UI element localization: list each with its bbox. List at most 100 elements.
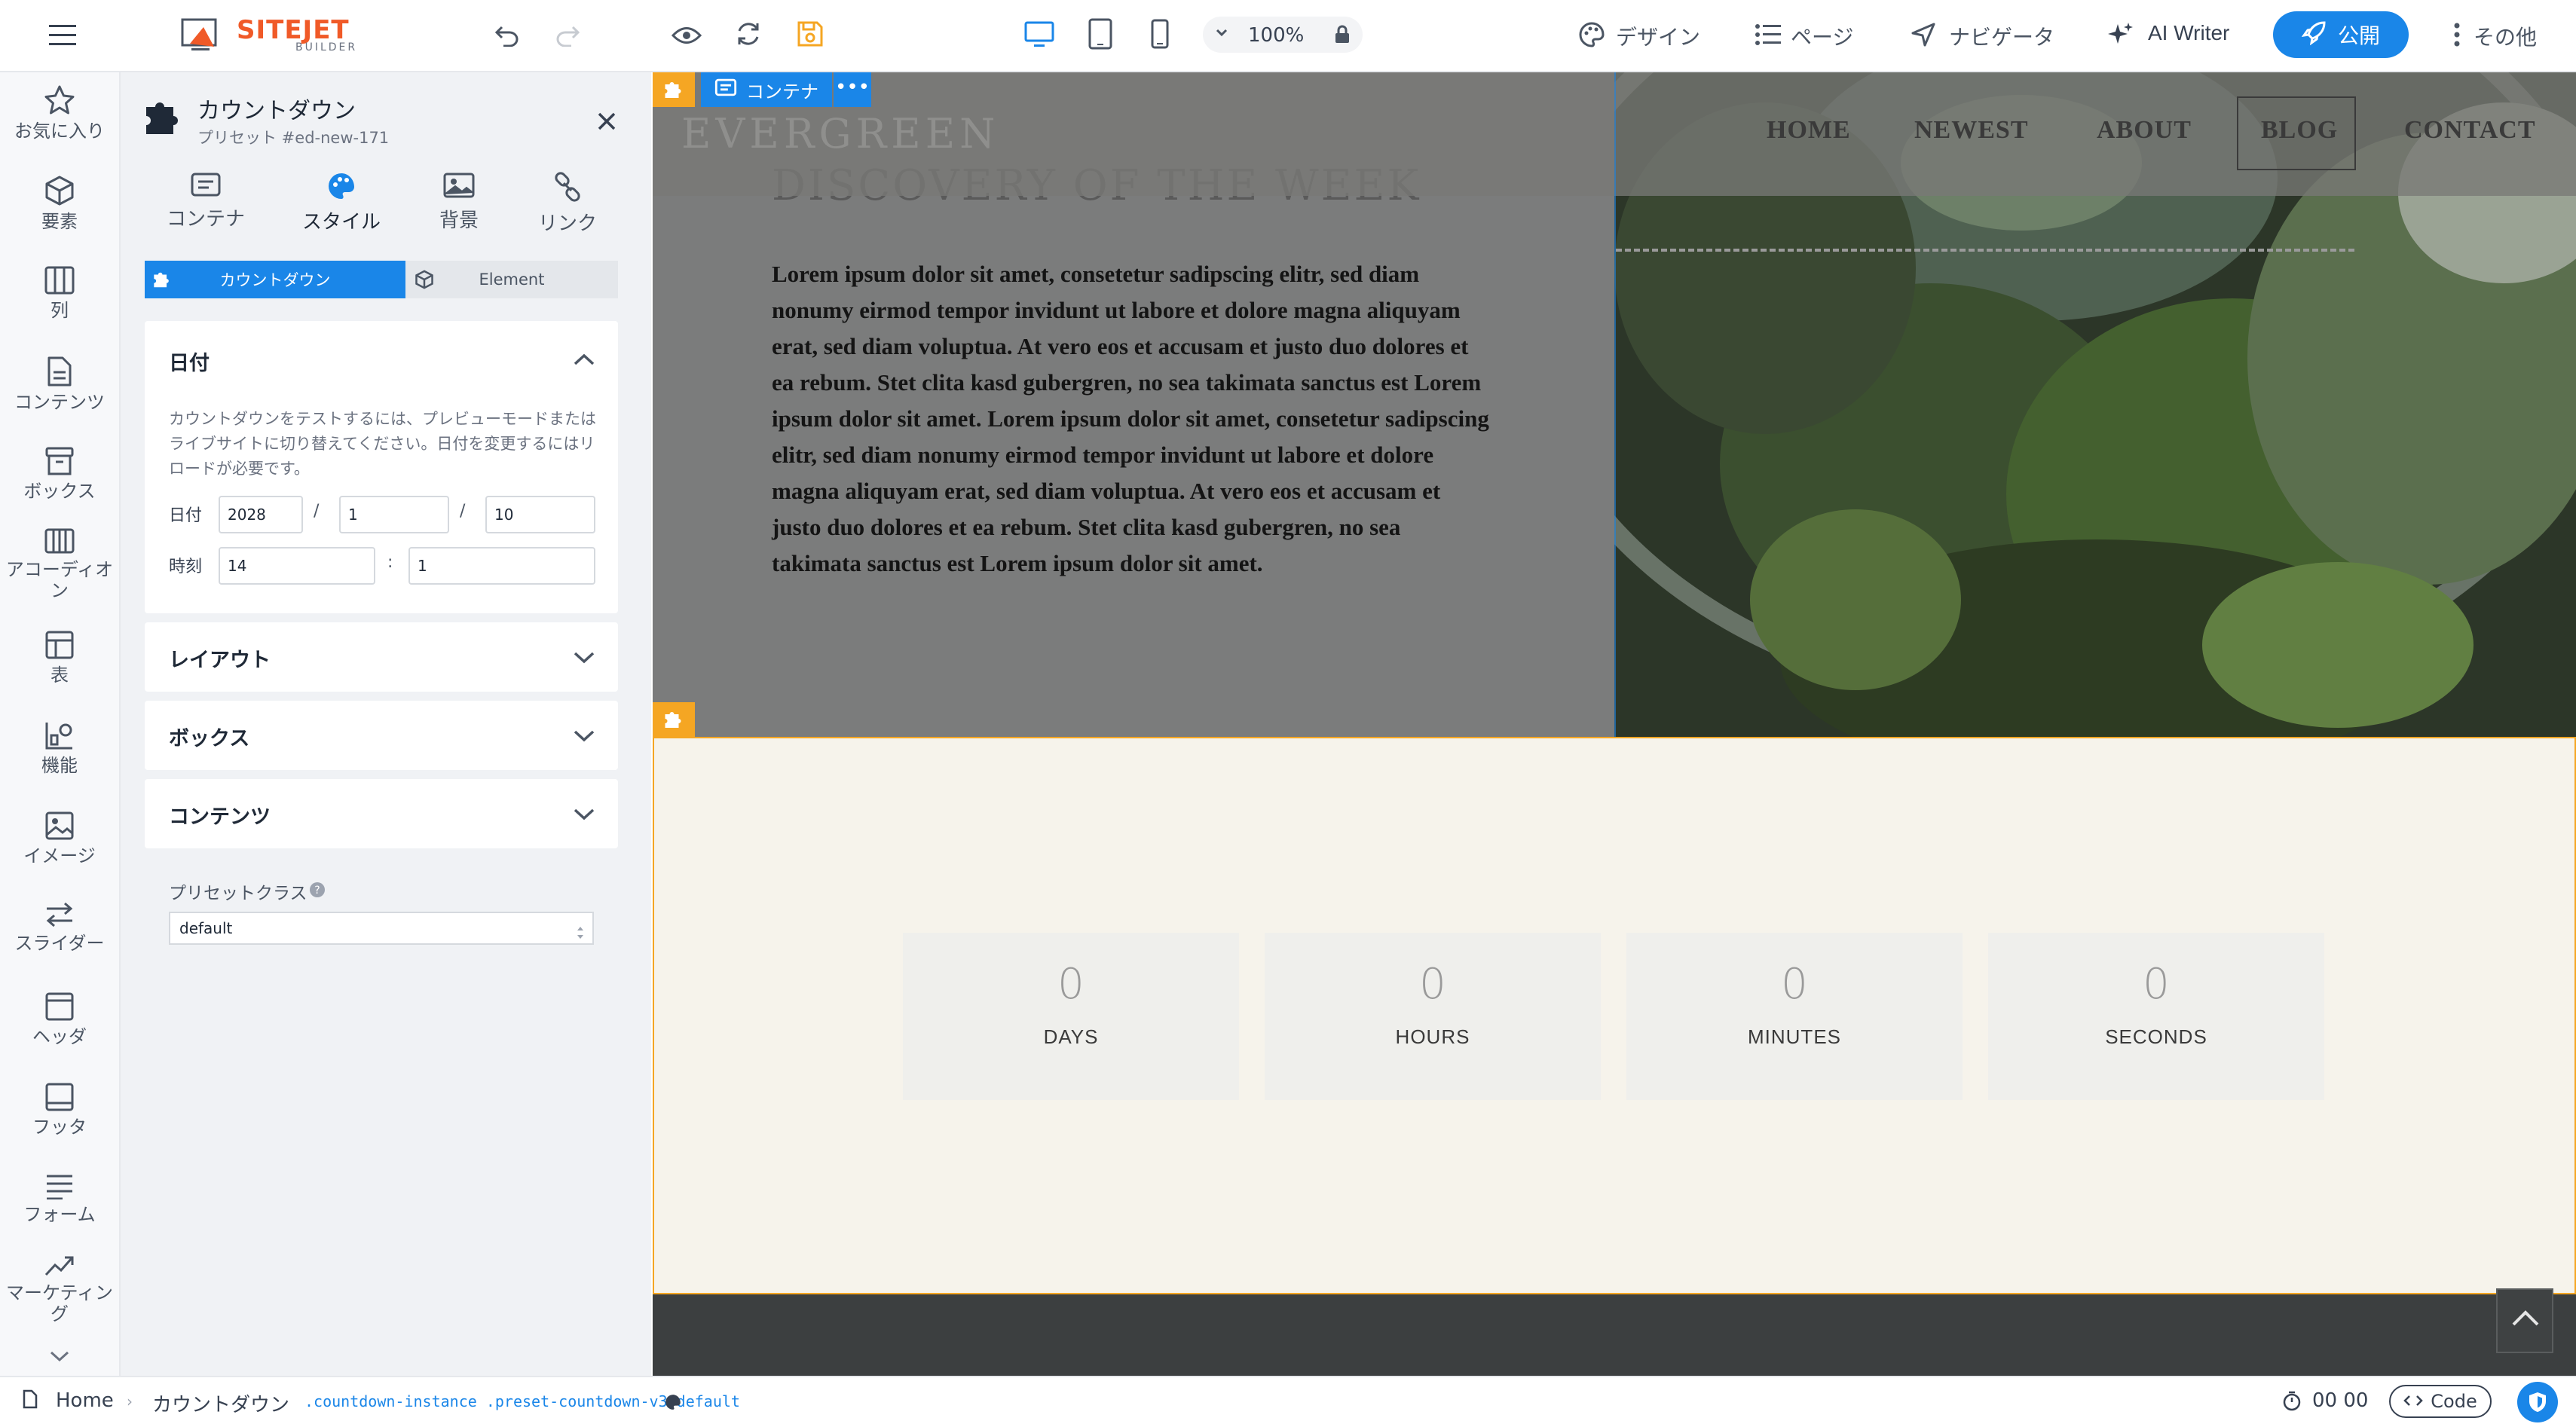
chevron-down-icon[interactable] (573, 651, 595, 668)
save-icon[interactable] (793, 17, 828, 51)
countdown-minutes: 0 MINUTES (1626, 933, 1963, 1100)
link-icon (503, 172, 632, 202)
countdown-label: MINUTES (1748, 1025, 1841, 1048)
desktop-view-icon[interactable] (1022, 18, 1057, 51)
columns-icon (0, 265, 119, 295)
svg-text:?: ? (314, 885, 320, 897)
nav-newest[interactable]: NEWEST (1914, 116, 2029, 145)
palette-icon[interactable] (1577, 18, 1607, 51)
rail-item-favorites[interactable]: お気に入り (0, 84, 119, 142)
code-button[interactable]: Code (2389, 1385, 2492, 1418)
tab-link[interactable]: リンク (503, 172, 632, 236)
countdown-value: 0 (1057, 960, 1085, 1009)
puzzle-piece-icon (663, 709, 684, 733)
chevron-down-icon[interactable] (573, 808, 595, 824)
more-vertical-icon[interactable] (2448, 20, 2466, 50)
logo-subtitle: BUILDER (295, 41, 358, 53)
privacy-shield-button[interactable] (2517, 1382, 2558, 1422)
page-file-icon (23, 1389, 38, 1412)
date-help-text: カウントダウンをテストするには、プレビューモードまたはライブサイトに切り替えてく… (169, 410, 596, 478)
breadcrumb-home[interactable]: Home (56, 1389, 114, 1412)
sparkle-icon[interactable] (2106, 18, 2136, 51)
breadcrumb-countdown[interactable]: カウントダウン (152, 1389, 289, 1417)
rail-item-accordion[interactable]: アコーディオン (0, 527, 119, 601)
layout-section[interactable]: レイアウト (145, 622, 618, 692)
hero-body-text[interactable]: Lorem ipsum dolor sit amet, consetetur s… (772, 256, 1495, 582)
footer-layout-icon (0, 1082, 119, 1112)
design-menu[interactable]: デザイン (1616, 21, 1700, 51)
mobile-view-icon[interactable] (1147, 17, 1173, 51)
rail-item-columns[interactable]: 列 (0, 265, 119, 321)
time-separator: : (387, 553, 393, 572)
rail-item-boxes[interactable]: ボックス (0, 446, 119, 502)
contents-section[interactable]: コンテンツ (145, 779, 618, 848)
box-section[interactable]: ボックス (145, 701, 618, 770)
refresh-icon[interactable] (731, 17, 766, 51)
close-icon[interactable] (597, 112, 616, 134)
segment-countdown[interactable]: カウントダウン (145, 261, 405, 298)
preview-eye-icon[interactable] (669, 18, 704, 53)
redo-icon[interactable] (550, 18, 585, 53)
publish-button[interactable]: 公開 (2273, 11, 2409, 58)
features-icon (0, 720, 119, 750)
nav-contact[interactable]: CONTACT (2404, 116, 2536, 145)
rail-item-elements[interactable]: 要素 (0, 175, 119, 232)
countdown-handle[interactable] (653, 702, 695, 737)
list-icon[interactable] (1753, 20, 1783, 50)
rail-item-marketing[interactable]: マーケティング (0, 1254, 119, 1325)
element-handle[interactable] (653, 72, 695, 107)
rail-item-features[interactable]: 機能 (0, 720, 119, 776)
rail-item-image[interactable]: イメージ (0, 811, 119, 866)
container-icon (142, 172, 270, 197)
year-input[interactable]: 2028 (219, 496, 303, 533)
puzzle-piece-icon (143, 96, 184, 142)
rail-item-contents[interactable]: コンテンツ (0, 356, 119, 413)
drop-guide-line (1616, 249, 2354, 252)
tab-container[interactable]: コンテナ (142, 172, 270, 231)
nav-blog[interactable]: BLOG (2261, 116, 2338, 145)
sitejet-logo-icon (179, 15, 225, 54)
countdown-label: SECONDS (2105, 1025, 2207, 1048)
preset-class-select[interactable]: default (169, 912, 594, 945)
ai-writer-menu[interactable]: AI Writer (2148, 21, 2229, 45)
palette-icon[interactable] (665, 1394, 681, 1413)
month-input[interactable]: 1 (339, 496, 449, 533)
box-section-title: ボックス (169, 727, 250, 750)
date-separator: / (314, 502, 320, 521)
container-tag[interactable]: コンテナ (701, 72, 832, 107)
nav-about[interactable]: ABOUT (2097, 116, 2192, 145)
lock-icon[interactable] (1334, 25, 1351, 47)
chevron-up-icon[interactable] (573, 353, 595, 369)
hour-input[interactable]: 14 (219, 547, 375, 585)
segment-element[interactable]: Element (405, 261, 618, 298)
panel-title: カウントダウン (197, 98, 356, 124)
undo-icon[interactable] (490, 18, 525, 53)
hamburger-menu-icon[interactable] (45, 21, 80, 50)
nav-home[interactable]: HOME (1767, 116, 1851, 145)
countdown-hours: 0 HOURS (1265, 933, 1601, 1100)
rail-item-header[interactable]: ヘッダ (0, 992, 119, 1047)
navigator-menu[interactable]: ナビゲータ (1949, 21, 2054, 51)
more-menu[interactable]: その他 (2474, 21, 2537, 51)
rail-item-table[interactable]: 表 (0, 630, 119, 686)
scroll-to-top-button[interactable] (2496, 1288, 2553, 1353)
tablet-view-icon[interactable] (1085, 17, 1115, 51)
rail-scroll-down-icon[interactable] (48, 1349, 71, 1367)
tab-style[interactable]: スタイル (277, 172, 405, 234)
chevron-down-icon[interactable] (573, 729, 595, 746)
site-brand[interactable]: EVERGREEN (681, 110, 999, 157)
pages-menu[interactable]: ページ (1791, 21, 1853, 51)
date-section-title[interactable]: 日付 (169, 347, 210, 376)
day-input[interactable]: 10 (485, 496, 595, 533)
minute-input[interactable]: 1 (408, 547, 595, 585)
rail-item-form[interactable]: フォーム (0, 1174, 119, 1225)
container-more-button[interactable]: ••• (834, 72, 871, 107)
help-icon[interactable]: ? (309, 882, 326, 901)
navigation-arrow-icon[interactable] (1908, 18, 1938, 51)
shield-icon (2528, 1391, 2547, 1416)
rail-item-footer[interactable]: フッタ (0, 1082, 119, 1138)
container-icon (714, 78, 737, 101)
zoom-control[interactable]: 100% (1203, 17, 1363, 53)
chevron-up-icon (2511, 1309, 2540, 1331)
rail-item-slider[interactable]: スライダー (0, 901, 119, 954)
